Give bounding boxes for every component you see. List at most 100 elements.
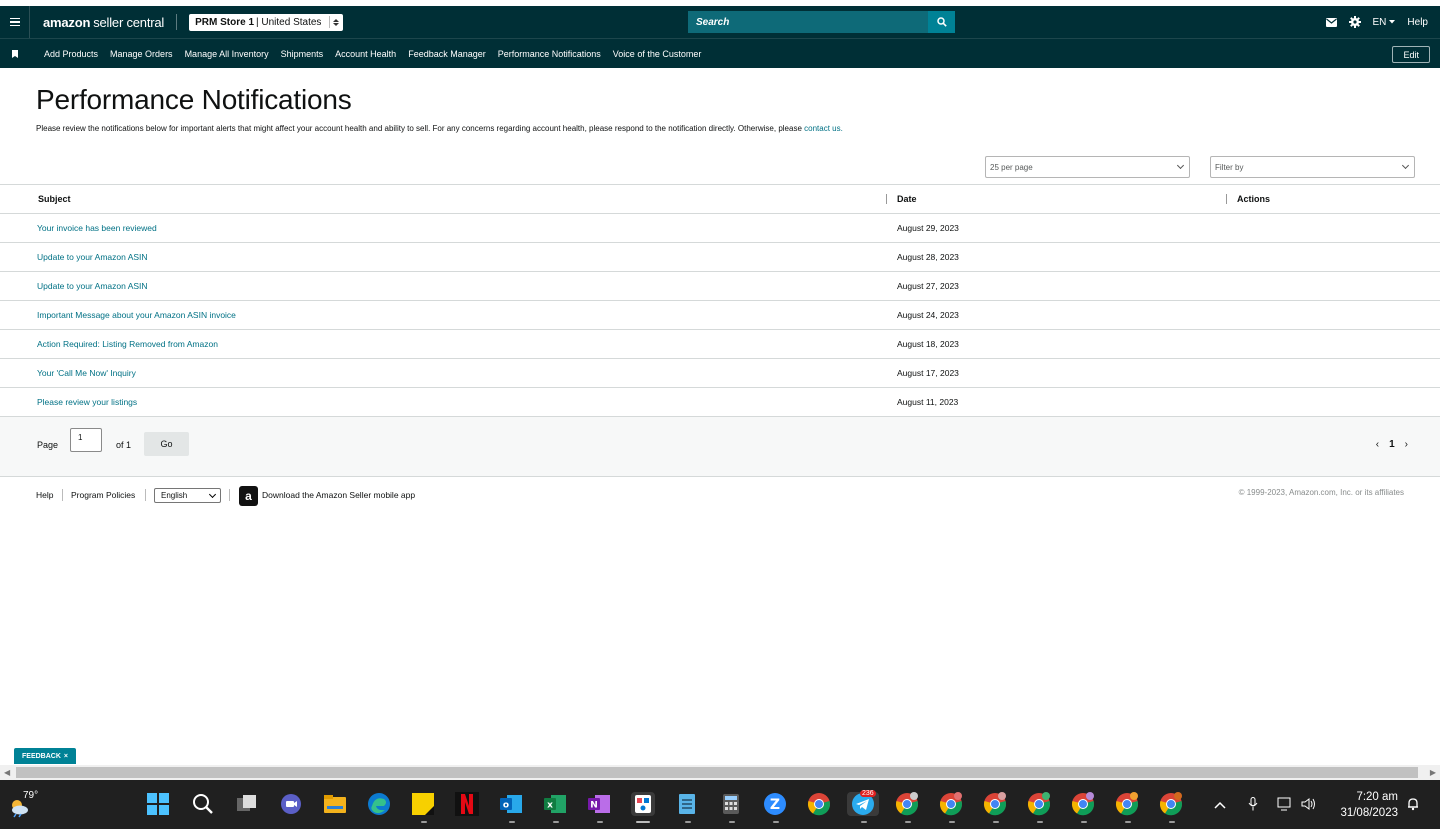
contact-us-link[interactable]: contact us. [804, 124, 843, 133]
nav-manage-orders[interactable]: Manage Orders [110, 49, 173, 59]
chrome-profile-3-icon[interactable] [983, 792, 1007, 816]
page-total: of 1 [116, 440, 132, 450]
chrome-profile-1-icon[interactable] [895, 792, 919, 816]
running-indicator [597, 821, 603, 823]
running-indicator [861, 821, 867, 823]
task-view-icon[interactable] [235, 792, 259, 816]
notification-bell-icon[interactable] [1406, 797, 1420, 814]
nav-add-products[interactable]: Add Products [44, 49, 98, 59]
notification-subject-link[interactable]: Action Required: Listing Removed from Am… [37, 339, 218, 349]
actions-header: Actions [1237, 194, 1271, 204]
table-row: Action Required: Listing Removed from Am… [0, 330, 1440, 359]
system-clock[interactable]: 7:20 am 31/08/2023 [1340, 789, 1398, 821]
mobile-app-link[interactable]: Download the Amazon Seller mobile app [262, 490, 415, 500]
search-button[interactable] [928, 11, 955, 33]
start-icon[interactable] [146, 792, 170, 816]
nav-performance-notifications[interactable]: Performance Notifications [498, 49, 601, 59]
close-icon[interactable]: × [64, 753, 68, 760]
nav-account-health[interactable]: Account Health [335, 49, 396, 59]
program-policies-link[interactable]: Program Policies [71, 490, 135, 500]
notification-subject-link[interactable]: Update to your Amazon ASIN [37, 281, 148, 291]
edge-icon[interactable] [367, 792, 391, 816]
running-indicator [685, 821, 691, 823]
edit-nav-button[interactable]: Edit [1392, 46, 1430, 63]
date-header[interactable]: Date [897, 194, 917, 204]
table-row: Your 'Call Me Now' Inquiry August 17, 20… [0, 359, 1440, 388]
notification-subject-link[interactable]: Your invoice has been reviewed [37, 223, 157, 233]
snipping-tool-icon[interactable] [631, 792, 655, 816]
footer-language-select[interactable]: English [154, 488, 221, 503]
search-bar: Search [688, 11, 955, 33]
nav-bar: Add Products Manage Orders Manage All In… [0, 38, 1440, 68]
chrome-profile-2-icon[interactable] [939, 792, 963, 816]
description-text: Please review the notifications below fo… [36, 124, 805, 133]
running-indicator [553, 821, 559, 823]
search-icon[interactable] [191, 792, 215, 816]
telegram-icon[interactable]: 236 [847, 790, 879, 816]
chrome-profile-6-icon[interactable] [1115, 792, 1139, 816]
subject-header[interactable]: Subject [38, 194, 71, 204]
seller-central-logo[interactable]: amazon seller central [43, 15, 164, 30]
page-number-input[interactable]: 1 [70, 428, 102, 452]
amazon-app-icon[interactable]: a [239, 486, 258, 506]
current-page[interactable]: 1 [1389, 439, 1395, 450]
weather-widget[interactable]: 79° [8, 790, 42, 818]
notification-subject-link[interactable]: Please review your listings [37, 397, 137, 407]
scroll-right-icon[interactable]: ▶ [1430, 768, 1436, 777]
chevron-up-icon[interactable] [1214, 797, 1226, 812]
language-selector[interactable]: EN [1373, 17, 1396, 28]
scroll-left-icon[interactable]: ◀ [4, 768, 10, 777]
nav-shipments[interactable]: Shipments [281, 49, 324, 59]
column-divider [886, 194, 887, 204]
volume-icon[interactable] [1301, 797, 1317, 814]
store-selector[interactable]: PRM Store 1 | United States [189, 13, 344, 31]
next-page-icon[interactable]: › [1405, 439, 1408, 450]
zoom-icon[interactable]: Z [763, 792, 787, 816]
top-header: amazon seller central PRM Store 1 | Unit… [0, 6, 1440, 38]
outlook-icon[interactable]: o [499, 792, 523, 816]
onenote-icon[interactable]: N [587, 792, 611, 816]
go-button[interactable]: Go [144, 432, 189, 456]
chrome-profile-5-icon[interactable] [1071, 792, 1095, 816]
search-input[interactable]: Search [688, 11, 928, 33]
mail-icon[interactable] [1325, 17, 1337, 27]
chrome-profile-7-icon[interactable] [1159, 792, 1183, 816]
filter-select[interactable]: Filter by [1210, 156, 1415, 178]
notification-subject-link[interactable]: Important Message about your Amazon ASIN… [37, 310, 236, 320]
network-icon[interactable] [1277, 797, 1293, 814]
netflix-icon[interactable] [455, 792, 479, 816]
feedback-button[interactable]: FEEDBACK × [14, 748, 76, 764]
bookmark-icon[interactable] [0, 49, 30, 58]
nav-manage-inventory[interactable]: Manage All Inventory [185, 49, 269, 59]
table-row: Please review your listings August 11, 2… [0, 388, 1440, 417]
chevron-down-icon [208, 490, 217, 499]
running-indicator [421, 821, 427, 823]
menu-icon[interactable] [0, 6, 30, 38]
help-link[interactable]: Help [1407, 17, 1428, 28]
nav-voice-of-customer[interactable]: Voice of the Customer [613, 49, 702, 59]
horizontal-scrollbar[interactable]: ◀ ▶ [0, 765, 1440, 780]
notification-subject-link[interactable]: Your 'Call Me Now' Inquiry [37, 368, 136, 378]
sticky-notes-icon[interactable] [411, 792, 435, 816]
active-indicator [636, 821, 650, 823]
chrome-icon[interactable] [807, 792, 831, 816]
notification-subject-link[interactable]: Update to your Amazon ASIN [37, 252, 148, 262]
pagination-bar: Page 1 of 1 Go ‹ 1 › [0, 417, 1440, 477]
nav-feedback-manager[interactable]: Feedback Manager [408, 49, 486, 59]
notepad-icon[interactable] [675, 792, 699, 816]
file-explorer-icon[interactable] [323, 792, 347, 816]
microphone-icon[interactable] [1248, 797, 1258, 814]
gear-icon[interactable] [1348, 16, 1361, 28]
footer-help-link[interactable]: Help [36, 490, 53, 500]
running-indicator [1169, 821, 1175, 823]
scrollbar-thumb[interactable] [16, 767, 1418, 778]
calculator-icon[interactable] [719, 792, 743, 816]
page-label: Page [37, 440, 59, 450]
prev-page-icon[interactable]: ‹ [1376, 439, 1379, 450]
store-name: PRM Store 1 [195, 16, 255, 28]
per-page-select[interactable]: 25 per page [985, 156, 1190, 178]
clock-date: 31/08/2023 [1340, 807, 1398, 819]
excel-icon[interactable]: x [543, 792, 567, 816]
teams-icon[interactable] [279, 792, 303, 816]
chrome-profile-4-icon[interactable] [1027, 792, 1051, 816]
